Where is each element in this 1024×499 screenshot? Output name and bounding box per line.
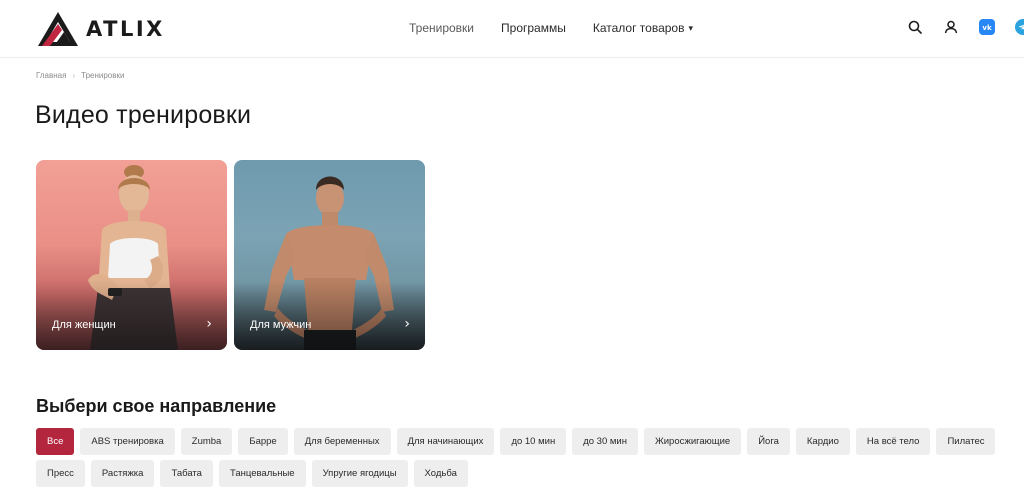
breadcrumb-separator: › bbox=[72, 71, 76, 80]
card-label-women: Для женщин bbox=[52, 319, 116, 331]
filter-chip[interactable]: Растяжка bbox=[90, 460, 155, 487]
chevron-right-icon: › bbox=[206, 316, 212, 332]
filter-chip[interactable]: до 10 мин bbox=[500, 428, 567, 455]
filter-chip[interactable]: Все bbox=[36, 428, 75, 455]
main-nav: Тренировки Программы Каталог товаров ▾ bbox=[409, 19, 693, 38]
svg-text:vk: vk bbox=[982, 24, 992, 32]
logo-text: ATLIX bbox=[86, 17, 165, 41]
logo[interactable]: ATLIX bbox=[36, 10, 165, 48]
filter-chip[interactable]: Zumba bbox=[180, 428, 233, 455]
chevron-right-icon: › bbox=[404, 316, 410, 332]
filter-chips: Все ABS тренировка Zumba Барре Для беременны… bbox=[36, 428, 1016, 487]
filter-chip[interactable]: Пресс bbox=[36, 460, 85, 487]
nav-item-trainings[interactable]: Тренировки bbox=[409, 19, 474, 38]
breadcrumb-current: Тренировки bbox=[81, 71, 125, 80]
card-women[interactable]: Для женщин › bbox=[36, 160, 227, 350]
section-title: Выбери свое направление bbox=[36, 396, 277, 416]
page-title: Видео тренировки bbox=[35, 101, 252, 129]
card-shade bbox=[36, 280, 227, 350]
nav-item-programs[interactable]: Программы bbox=[501, 19, 566, 38]
logo-mark-icon bbox=[38, 12, 78, 46]
filter-chip[interactable]: Барре bbox=[238, 428, 288, 455]
search-icon[interactable] bbox=[905, 17, 925, 37]
header-icons: vk bbox=[905, 17, 1024, 37]
filter-chip[interactable]: Жиросжигающие bbox=[643, 428, 742, 455]
filter-chip[interactable]: до 30 мин bbox=[572, 428, 638, 455]
vk-icon[interactable]: vk bbox=[977, 17, 997, 37]
chevron-down-icon: ▾ bbox=[688, 23, 694, 33]
breadcrumb-home[interactable]: Главная bbox=[36, 71, 66, 80]
nav-item-catalog[interactable]: Каталог товаров ▾ bbox=[593, 19, 693, 38]
filter-chip[interactable]: ABS тренировка bbox=[80, 428, 175, 455]
filter-chip[interactable]: Упругие ягодицы bbox=[311, 460, 408, 487]
breadcrumb: Главная › Тренировки bbox=[36, 71, 124, 80]
filter-chip[interactable]: Йога bbox=[747, 428, 790, 455]
filter-chip[interactable]: Кардио bbox=[795, 428, 850, 455]
filter-chip[interactable]: Пилатес bbox=[936, 428, 996, 455]
site-header: ATLIX Тренировки Программы Каталог товар… bbox=[0, 0, 1024, 58]
filter-chip[interactable]: Для беременных bbox=[293, 428, 391, 455]
nav-item-catalog-label: Каталог товаров bbox=[592, 21, 685, 35]
filter-chip[interactable]: Ходьба bbox=[413, 460, 468, 487]
filter-chip[interactable]: Для начинающих bbox=[396, 428, 495, 455]
card-shade bbox=[234, 280, 425, 350]
filter-chip[interactable]: На всё тело bbox=[855, 428, 931, 455]
card-men[interactable]: Для мужчин › bbox=[234, 160, 425, 350]
filter-chip[interactable]: Танцевальные bbox=[218, 460, 306, 487]
user-icon[interactable] bbox=[941, 17, 961, 37]
card-label-men: Для мужчин bbox=[250, 319, 312, 331]
telegram-icon[interactable] bbox=[1013, 17, 1024, 37]
filter-chip[interactable]: Табата bbox=[160, 460, 213, 487]
